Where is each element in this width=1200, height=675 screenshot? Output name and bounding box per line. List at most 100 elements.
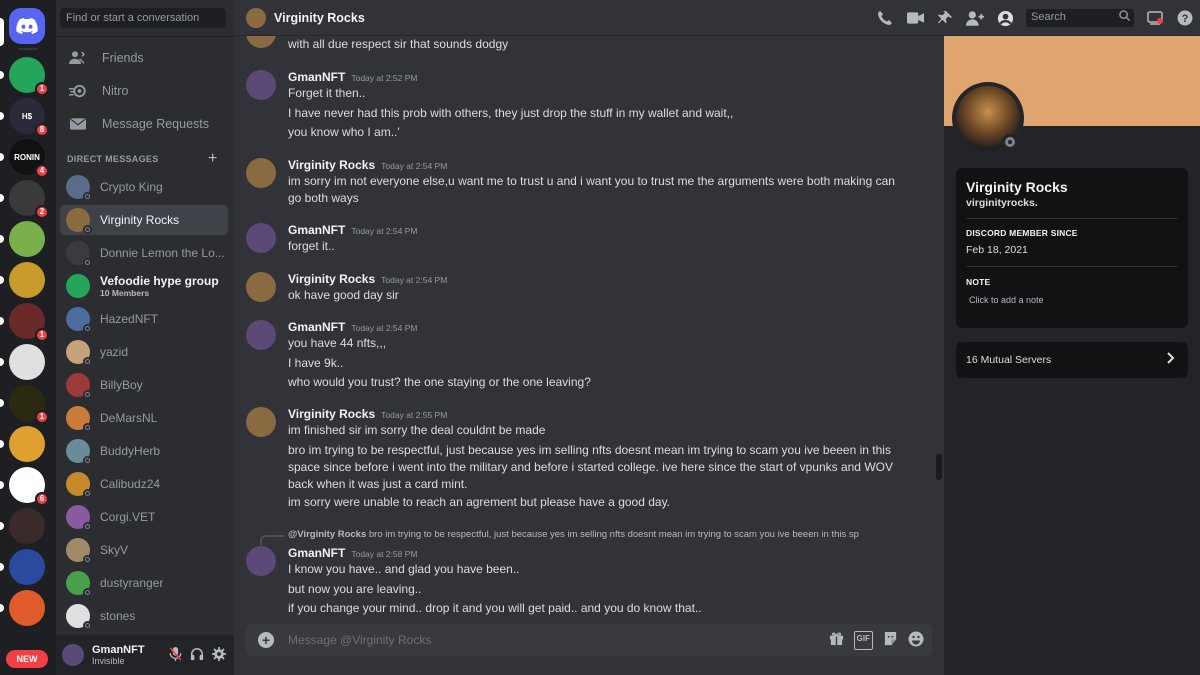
message-composer[interactable]: + Message @Virginity Rocks GIF [246, 624, 932, 656]
server-icon[interactable] [9, 262, 45, 298]
note-input[interactable]: Click to add a note [969, 295, 1044, 305]
mutual-servers-button[interactable]: 16 Mutual Servers [956, 342, 1188, 378]
dm-item[interactable]: BillyBoy [60, 370, 228, 400]
unread-indicator [0, 604, 4, 612]
dm-item[interactable]: Virginity Rocks [60, 205, 228, 235]
nav-message-requests[interactable]: Message Requests [60, 110, 228, 138]
avatar[interactable] [246, 546, 276, 576]
header-toolbar: Search ? [870, 0, 1200, 36]
dm-item[interactable]: Corgi.VET [60, 502, 228, 532]
pinned-messages-icon[interactable] [936, 9, 954, 27]
avatar[interactable] [246, 223, 276, 253]
reply-text: bro im trying to be respectful, just bec… [368, 529, 859, 540]
message-text: I have 9k.. [288, 356, 344, 370]
envelope-icon [68, 114, 88, 134]
avatar[interactable] [246, 320, 276, 350]
reply-preview[interactable]: @Virginity Rocks bro im trying to be res… [288, 529, 898, 540]
offline-status-icon [83, 390, 92, 399]
settings-gear-icon[interactable] [212, 647, 226, 664]
offline-status-icon [83, 456, 92, 465]
avatar [66, 538, 92, 564]
gift-icon[interactable] [829, 631, 844, 650]
unread-indicator [0, 276, 4, 284]
message-author[interactable]: GmanNFT [288, 546, 345, 560]
server-icon[interactable] [9, 508, 45, 544]
create-dm-plus-icon[interactable]: + [208, 150, 217, 168]
mention-badge: 1 [35, 82, 49, 96]
dm-item[interactable]: Calibudz24 [60, 469, 228, 499]
nav-message-requests-label: Message Requests [102, 117, 210, 131]
dm-item[interactable]: BuddyHerb [60, 436, 228, 466]
user-info[interactable]: GmanNFT Invisible [92, 644, 145, 666]
dm-item[interactable]: Crypto King [60, 172, 228, 202]
dm-item[interactable]: SkyV [60, 535, 228, 565]
dm-item[interactable]: stones [60, 601, 228, 631]
dm-text: Donnie Lemon the Lo... [100, 246, 225, 260]
dm-item[interactable]: HazedNFT [60, 304, 228, 334]
help-icon[interactable]: ? [1176, 9, 1194, 27]
dm-name: Virginity Rocks [100, 213, 180, 227]
message-author[interactable]: Virginity Rocks [288, 158, 375, 172]
avatar[interactable] [246, 36, 276, 48]
inbox-icon[interactable] [1146, 9, 1164, 27]
message-author[interactable]: GmanNFT [288, 320, 345, 334]
server-icon[interactable]: RONIN 4 [9, 139, 49, 178]
chat-scrollbar[interactable] [936, 36, 942, 626]
nav-friends[interactable]: Friends [60, 44, 228, 72]
offline-status-icon [83, 621, 92, 630]
friends-icon [68, 48, 88, 68]
message-author[interactable]: GmanNFT [288, 70, 345, 84]
server-icon[interactable]: 1 [9, 385, 49, 424]
avatar[interactable] [246, 407, 276, 437]
server-icon[interactable]: 6 [9, 467, 49, 506]
avatar[interactable] [246, 70, 276, 100]
offline-status-icon [83, 258, 92, 267]
avatar [66, 373, 92, 399]
scrollbar-thumb[interactable] [936, 454, 942, 480]
server-icon[interactable] [9, 426, 45, 462]
server-icon[interactable] [9, 590, 45, 626]
avatar[interactable] [246, 158, 276, 188]
offline-status-icon [83, 423, 92, 432]
dm-item[interactable]: Vefoodie hype group 10 Members [60, 271, 228, 301]
message-header: GmanNFT Today at 2:54 PM [288, 320, 418, 334]
server-icon[interactable]: H$ 8 [9, 98, 49, 137]
message-author[interactable]: Virginity Rocks [288, 407, 375, 421]
server-icon[interactable] [9, 549, 45, 585]
message-input[interactable]: Message @Virginity Rocks [288, 633, 431, 647]
server-icon[interactable] [9, 221, 45, 257]
mute-microphone-icon[interactable] [169, 647, 182, 664]
attach-plus-icon[interactable]: + [258, 632, 274, 648]
unread-indicator [0, 71, 4, 79]
offline-status-icon [83, 522, 92, 531]
unread-indicator [0, 153, 4, 161]
server-icon[interactable]: 2 [9, 180, 49, 219]
header-search-input[interactable]: Search [1026, 9, 1134, 27]
dm-item[interactable]: dustyranger [60, 568, 228, 598]
sticker-icon[interactable] [883, 631, 898, 650]
conversation-search[interactable]: Find or start a conversation [60, 8, 226, 28]
avatar[interactable] [246, 272, 276, 302]
home-button[interactable] [9, 8, 45, 44]
dm-item[interactable]: yazid [60, 337, 228, 367]
message-author[interactable]: GmanNFT [288, 223, 345, 237]
dm-item[interactable]: Donnie Lemon the Lo... [60, 238, 228, 268]
user-panel: GmanNFT Invisible [56, 635, 234, 675]
dm-item[interactable]: DeMarsNL [60, 403, 228, 433]
video-call-icon[interactable] [906, 9, 924, 27]
emoji-icon[interactable] [908, 631, 924, 650]
voice-call-icon[interactable] [876, 9, 894, 27]
headphones-icon[interactable] [190, 647, 204, 664]
server-icon[interactable]: 1 [9, 57, 49, 96]
add-friends-icon[interactable] [966, 9, 984, 27]
message-author[interactable]: Virginity Rocks [288, 272, 375, 286]
gif-button[interactable]: GIF [853, 631, 873, 650]
user-avatar[interactable] [62, 644, 84, 666]
new-badge[interactable]: NEW [6, 650, 48, 668]
nav-nitro[interactable]: Nitro [60, 77, 228, 105]
user-profile-icon[interactable] [996, 9, 1014, 27]
dm-name: HazedNFT [100, 312, 159, 326]
server-icon[interactable]: 1 [9, 303, 49, 342]
server-icon[interactable] [9, 344, 45, 380]
chevron-right-icon [1166, 351, 1176, 367]
